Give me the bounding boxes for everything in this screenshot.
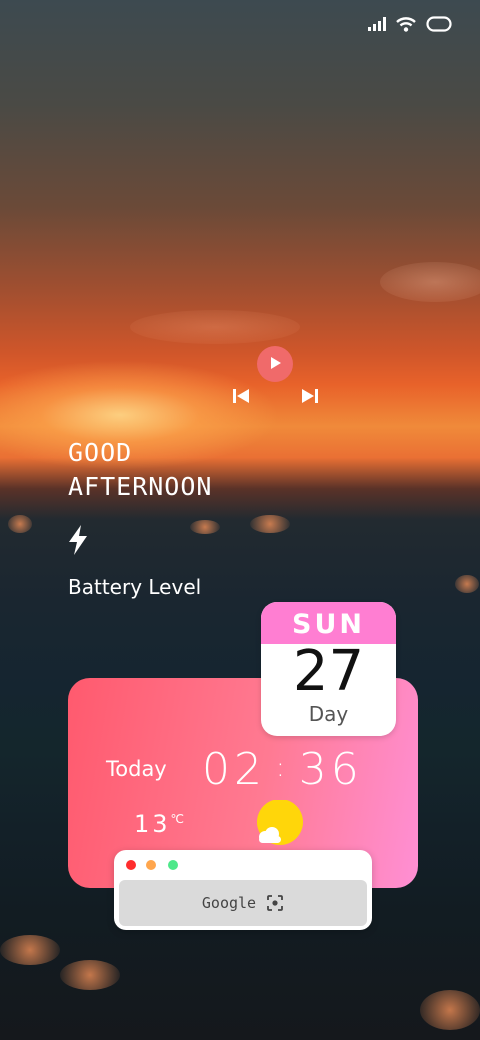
temperature-value: 13 xyxy=(134,810,171,838)
temperature-unit: ℃ xyxy=(170,812,185,826)
date-day-number: 27 xyxy=(292,639,365,704)
play-button[interactable] xyxy=(257,346,293,382)
lightning-bolt-icon xyxy=(66,524,90,556)
wallpaper-sparkle xyxy=(60,960,120,990)
signal-bars-icon xyxy=(368,17,386,31)
date-caption: Day xyxy=(308,702,349,726)
temperature: 13℃ xyxy=(134,810,184,838)
window-dot-yellow xyxy=(146,860,156,870)
greeting: GOOD AFTERNOON xyxy=(68,436,212,504)
google-search-label: Google xyxy=(201,894,257,912)
date-weekday: SUN xyxy=(292,609,365,640)
google-search-widget[interactable]: Google xyxy=(114,850,372,930)
window-dot-green xyxy=(168,860,178,870)
wallpaper-cloud xyxy=(380,262,480,302)
google-lens-icon[interactable] xyxy=(266,894,284,912)
home-screen: GOOD AFTERNOON Battery Level Today 02 : … xyxy=(0,0,480,1040)
wifi-icon xyxy=(396,16,416,32)
clock-minutes: 36 xyxy=(298,744,363,795)
play-icon xyxy=(268,355,282,374)
wallpaper-cloud xyxy=(130,310,300,344)
wallpaper-sparkle xyxy=(455,575,479,593)
window-dot-red xyxy=(126,860,136,870)
google-search-bar[interactable]: Google xyxy=(119,880,367,926)
next-track-button[interactable] xyxy=(300,386,320,406)
clock-hours: 02 xyxy=(202,744,266,795)
battery-level-label: Battery Level xyxy=(68,575,202,599)
wallpaper-sparkle xyxy=(190,520,220,534)
digital-clock: 02 : 36 xyxy=(202,744,363,795)
previous-track-button[interactable] xyxy=(231,386,251,406)
today-label: Today xyxy=(106,757,167,781)
date-card[interactable]: SUN 27 Day xyxy=(261,602,396,736)
clock-separator: : xyxy=(276,752,289,783)
wallpaper-sparkle xyxy=(0,935,60,965)
greeting-line-1: GOOD xyxy=(68,438,133,467)
battery-outline-icon xyxy=(426,16,452,32)
wallpaper-sparkle xyxy=(420,990,480,1030)
skip-next-icon xyxy=(300,389,320,410)
wallpaper-sparkle xyxy=(8,515,32,533)
wallpaper-sparkle xyxy=(250,515,290,533)
sun-behind-cloud-icon xyxy=(254,799,306,848)
status-bar xyxy=(368,16,452,32)
greeting-line-2: AFTERNOON xyxy=(68,472,213,501)
skip-previous-icon xyxy=(231,389,251,410)
